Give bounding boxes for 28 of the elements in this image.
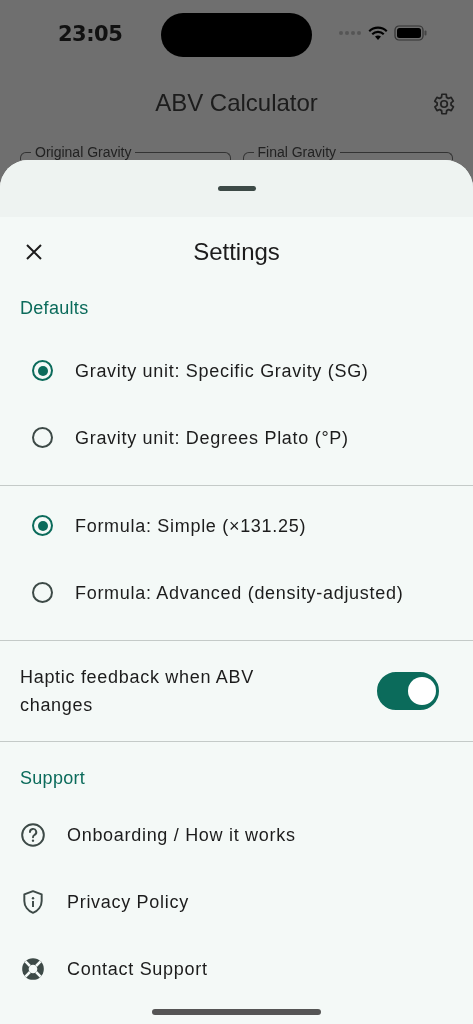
haptic-switch[interactable]: [377, 672, 439, 710]
close-icon[interactable]: [25, 243, 43, 261]
radio-option[interactable]: Formula: Advanced (density-adjusted): [0, 559, 473, 626]
radio-option[interactable]: Gravity unit: Degrees Plato (°P): [0, 404, 473, 471]
radio-option[interactable]: Gravity unit: Specific Gravity (SG): [0, 337, 473, 404]
status-time: 23:05: [58, 22, 123, 46]
sheet-title: Settings: [193, 238, 280, 266]
support-link[interactable]: Privacy Policy: [0, 868, 473, 935]
field-label: Original Gravity: [31, 144, 136, 160]
haptic-label: Haptic feedback when ABV changes: [20, 666, 255, 717]
lifebuoy-icon: [20, 955, 46, 982]
support-link[interactable]: Onboarding / How it works: [0, 801, 473, 868]
radio-button[interactable]: [32, 427, 53, 448]
wifi-icon: [368, 25, 388, 41]
section-header: Support: [19, 767, 87, 790]
app-title: ABV Calculator: [155, 89, 318, 117]
field-label: Final Gravity: [253, 144, 341, 160]
drag-handle[interactable]: [217, 186, 256, 191]
radio-option[interactable]: Formula: Simple (×131.25): [0, 492, 473, 559]
radio-button[interactable]: [32, 360, 53, 381]
shield-info-icon: [20, 888, 46, 915]
signal-icon: [338, 30, 362, 36]
help-icon: [20, 821, 46, 848]
support-link[interactable]: Contact Support: [0, 935, 473, 1002]
radio-button[interactable]: [32, 582, 53, 603]
radio-button[interactable]: [32, 515, 53, 536]
section-header: Defaults: [19, 297, 90, 320]
battery-icon: [394, 25, 427, 41]
